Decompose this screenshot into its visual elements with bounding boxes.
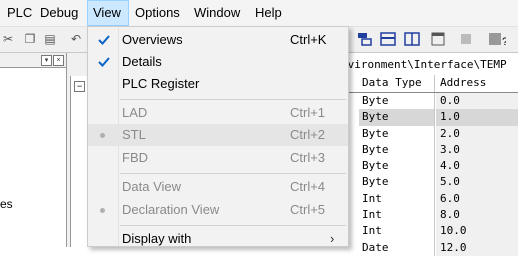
menu-separator	[120, 173, 346, 174]
block-icon[interactable]	[458, 31, 474, 47]
checkmark-icon	[98, 57, 110, 67]
menu-bar: PLC Debug View Options Window Help	[0, 0, 518, 27]
view-menu: Overviews Ctrl+K Details PLC Register LA…	[87, 26, 349, 247]
address-cell: 2.0	[436, 125, 518, 142]
variable-table: Data Type Address Byte 0.0 Byte 1.0 Byte 2.0 B…	[341, 75, 518, 256]
data-type-cell[interactable]: Date	[359, 239, 435, 256]
address-cell: 10.0	[436, 223, 518, 240]
address-cell: 8.0	[436, 207, 518, 224]
table-row[interactable]: Byte 0.0	[341, 93, 518, 110]
menu-item-fbd[interactable]: FBD Ctrl+3	[88, 147, 348, 169]
header-data-type[interactable]: Data Type	[359, 75, 435, 92]
menu-item-data-view[interactable]: Data View Ctrl+4	[88, 176, 348, 198]
menu-window[interactable]: Window	[188, 0, 246, 26]
menu-item-lad[interactable]: LAD Ctrl+1	[88, 102, 348, 124]
table-row[interactable]: Byte 5.0	[341, 174, 518, 191]
left-pane: ▾ ×	[0, 53, 67, 247]
menu-separator	[120, 99, 346, 100]
menu-item-declaration-view[interactable]: Declaration View Ctrl+5	[88, 199, 348, 221]
split-icon[interactable]	[404, 31, 420, 47]
left-pane-header: ▾ ×	[0, 53, 66, 68]
menu-item-overviews[interactable]: Overviews Ctrl+K	[88, 29, 348, 51]
address-cell: 4.0	[436, 158, 518, 175]
menu-separator	[120, 225, 346, 226]
tree-collapse-icon[interactable]: −	[74, 81, 85, 92]
data-type-cell[interactable]: Byte	[359, 93, 435, 110]
table-row[interactable]: Date 12.0	[341, 239, 518, 256]
menu-item-stl[interactable]: STL Ctrl+2	[88, 124, 348, 146]
address-cell: 6.0	[436, 190, 518, 208]
menu-view[interactable]: View	[87, 0, 129, 26]
address-cell: 12.0	[436, 239, 518, 256]
paste-icon[interactable]: ▤	[42, 31, 58, 47]
data-type-cell[interactable]: Byte	[359, 125, 435, 142]
data-type-cell[interactable]: Byte	[359, 158, 435, 175]
radio-bullet-icon	[100, 208, 105, 213]
data-type-cell[interactable]: Byte	[359, 141, 435, 159]
table-row[interactable]: Byte 1.0	[341, 109, 518, 126]
menu-item-plc-register[interactable]: PLC Register	[88, 73, 348, 95]
address-cell: 0.0	[436, 93, 518, 110]
radio-bullet-icon	[100, 133, 105, 138]
data-type-cell[interactable]: Byte	[359, 109, 435, 126]
header-address[interactable]: Address	[436, 75, 518, 92]
table-row[interactable]: Int 10.0	[341, 223, 518, 240]
pane-dropdown-icon[interactable]: ▾	[41, 55, 52, 66]
checkmark-icon	[98, 35, 110, 45]
menu-plc[interactable]: PLC	[1, 0, 38, 26]
details-icon[interactable]	[380, 31, 396, 47]
address-cell: 1.0	[436, 109, 518, 126]
svg-text:?: ?	[502, 36, 506, 47]
copy-icon[interactable]: ❐	[22, 31, 38, 47]
interface-path: nvironment\Interface\TEMP	[341, 56, 518, 73]
address-cell: 3.0	[436, 141, 518, 159]
data-type-cell[interactable]: Int	[359, 207, 435, 224]
cut-icon[interactable]: ✂	[0, 31, 16, 47]
data-type-cell[interactable]: Int	[359, 223, 435, 240]
pane-close-icon[interactable]: ×	[53, 55, 64, 66]
overview-icon[interactable]	[357, 31, 373, 47]
address-cell: 5.0	[436, 174, 518, 191]
menu-item-details[interactable]: Details	[88, 51, 348, 73]
table-row[interactable]: Byte 4.0	[341, 158, 518, 175]
table-row[interactable]: Byte 2.0	[341, 125, 518, 142]
table-row[interactable]: Byte 3.0	[341, 141, 518, 159]
window-icon[interactable]	[430, 31, 446, 47]
undo-icon[interactable]: ↶	[68, 31, 84, 47]
table-header: Data Type Address	[341, 75, 518, 93]
data-type-cell[interactable]: Int	[359, 190, 435, 208]
table-row[interactable]: Int 6.0	[341, 190, 518, 208]
data-type-cell[interactable]: Byte	[359, 174, 435, 191]
menu-debug[interactable]: Debug	[34, 0, 84, 26]
menu-options[interactable]: Options	[129, 0, 186, 26]
left-pane-text-fragment: es	[0, 197, 13, 211]
help-icon[interactable]: ?	[488, 31, 508, 48]
menu-help[interactable]: Help	[249, 0, 288, 26]
table-row[interactable]: Int 8.0	[341, 207, 518, 224]
